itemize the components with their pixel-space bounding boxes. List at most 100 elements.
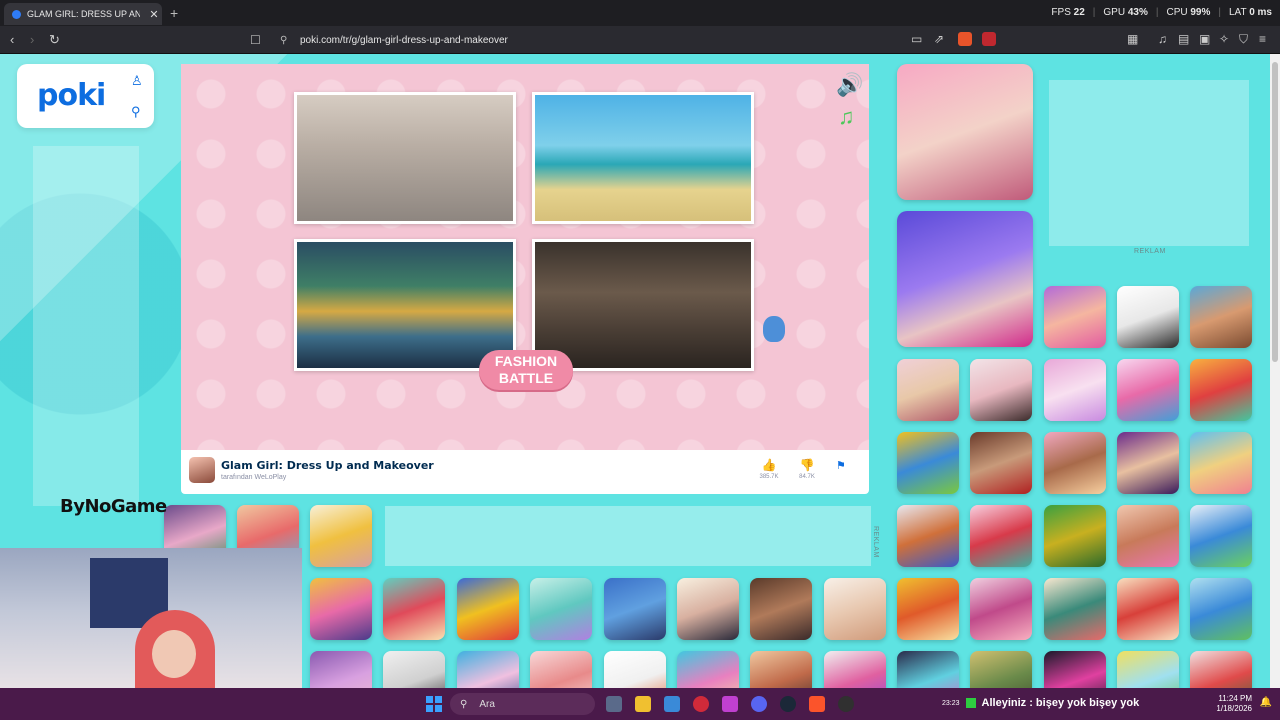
- game-thumbnail[interactable]: [310, 505, 372, 567]
- game-thumbnail[interactable]: [1190, 432, 1252, 494]
- wallet-icon[interactable]: ▣: [1199, 32, 1210, 46]
- task-view-icon[interactable]: [606, 696, 622, 712]
- game-thumbnail[interactable]: [897, 432, 959, 494]
- game-thumbnail[interactable]: [1117, 505, 1179, 567]
- game-thumbnail[interactable]: [1190, 578, 1252, 640]
- brave-rewards-icon[interactable]: [982, 32, 996, 46]
- game-thumbnail[interactable]: [1117, 432, 1179, 494]
- site-info-icon[interactable]: ⚲: [280, 35, 300, 46]
- sound-icon[interactable]: 🔊: [836, 72, 863, 98]
- game-thumbnail[interactable]: [750, 651, 812, 688]
- windows-start-icon[interactable]: [426, 696, 442, 712]
- dislike-button[interactable]: 👎 84.7K: [795, 458, 819, 480]
- browser-tab[interactable]: GLAM GIRL: DRESS UP AND MAKE ✕: [4, 3, 162, 25]
- notification-bell-icon[interactable]: 🔔: [1260, 697, 1272, 708]
- menu-icon[interactable]: ≡: [1259, 32, 1266, 46]
- music-icon[interactable]: ♫: [838, 104, 855, 130]
- game-thumbnail[interactable]: [1190, 505, 1252, 567]
- game-thumbnail[interactable]: [1117, 651, 1179, 688]
- game-thumbnail[interactable]: [604, 578, 666, 640]
- steam-icon[interactable]: [780, 696, 796, 712]
- game-thumbnail[interactable]: [824, 651, 886, 688]
- game-thumbnail-nails[interactable]: [897, 211, 1033, 347]
- background-option-restaurant[interactable]: [532, 239, 754, 371]
- game-thumbnail[interactable]: [310, 651, 372, 688]
- fashion-battle-button[interactable]: FASHION BATTLE: [479, 350, 573, 390]
- file-explorer-icon[interactable]: [635, 696, 651, 712]
- game-canvas[interactable]: 🔊 ♫ FASHION BATTLE: [181, 64, 869, 450]
- brave-shield-icon[interactable]: [958, 32, 972, 46]
- game-thumbnail[interactable]: [824, 578, 886, 640]
- reader-icon[interactable]: ▤: [1178, 32, 1189, 46]
- game-thumbnail[interactable]: [1190, 359, 1252, 421]
- sidebar-icon[interactable]: ▦: [1127, 32, 1138, 46]
- game-thumbnail[interactable]: [970, 505, 1032, 567]
- game-thumbnail[interactable]: [897, 359, 959, 421]
- game-thumbnail[interactable]: [897, 578, 959, 640]
- brave-browser-icon[interactable]: [809, 696, 825, 712]
- forward-arrow-icon[interactable]: ›: [30, 32, 34, 47]
- game-thumbnail[interactable]: [1117, 578, 1179, 640]
- game-thumbnail[interactable]: [1117, 286, 1179, 348]
- game-thumbnail[interactable]: [1190, 651, 1252, 688]
- game-author: tarafından WeLoPlay: [221, 474, 287, 481]
- game-thumbnail[interactable]: [897, 505, 959, 567]
- obs-icon[interactable]: [838, 696, 854, 712]
- game-thumbnail[interactable]: [530, 578, 592, 640]
- right-ad-slot: [1049, 80, 1249, 246]
- game-thumbnail[interactable]: [970, 359, 1032, 421]
- game-thumbnail[interactable]: [604, 651, 666, 688]
- game-thumbnail[interactable]: [457, 651, 519, 688]
- scrollbar-thumb[interactable]: [1272, 62, 1278, 362]
- game-thumbnail[interactable]: [970, 651, 1032, 688]
- new-tab-icon[interactable]: +: [170, 5, 178, 21]
- game-thumbnail[interactable]: [530, 651, 592, 688]
- close-tab-icon[interactable]: ✕: [146, 8, 162, 21]
- game-thumbnail[interactable]: [1044, 505, 1106, 567]
- game-thumbnail[interactable]: [1044, 578, 1106, 640]
- vpn-icon[interactable]: ⛉: [1239, 32, 1248, 47]
- game-thumbnail[interactable]: [457, 578, 519, 640]
- share-icon[interactable]: ⇗: [934, 32, 944, 46]
- tab-title: GLAM GIRL: DRESS UP AND MAKE: [27, 9, 140, 19]
- game-thumbnail-makeup[interactable]: [897, 64, 1033, 200]
- cast-icon[interactable]: ▭: [911, 32, 922, 46]
- url-text[interactable]: poki.com/tr/g/glam-girl-dress-up-and-mak…: [300, 35, 508, 46]
- game-thumbnail[interactable]: [1190, 286, 1252, 348]
- report-flag-icon[interactable]: ⚑: [836, 459, 846, 472]
- game-thumbnail[interactable]: [750, 578, 812, 640]
- game-thumbnail[interactable]: [1044, 432, 1106, 494]
- media-icon[interactable]: ♫: [1158, 32, 1167, 46]
- game-thumbnail[interactable]: [1044, 359, 1106, 421]
- game-thumbnail[interactable]: [677, 578, 739, 640]
- game-thumbnail[interactable]: [1044, 286, 1106, 348]
- extensions-icon[interactable]: ✧: [1219, 32, 1229, 46]
- taskbar-search[interactable]: ⚲ Ara: [450, 693, 595, 715]
- back-arrow-icon[interactable]: ‹: [10, 32, 14, 47]
- bookmark-icon[interactable]: ☐: [250, 33, 280, 47]
- app-icon[interactable]: [693, 696, 709, 712]
- search-icon[interactable]: ⚲: [131, 104, 141, 120]
- game-thumbnail[interactable]: [677, 651, 739, 688]
- taskbar-clock[interactable]: 11:24 PM 1/18/2026: [1216, 694, 1252, 714]
- address-bar[interactable]: ☐ ⚲ poki.com/tr/g/glam-girl-dress-up-and…: [250, 30, 1010, 50]
- app-icon[interactable]: [722, 696, 738, 712]
- game-thumbnail[interactable]: [970, 578, 1032, 640]
- terminal-icon[interactable]: [664, 696, 680, 712]
- game-thumbnail[interactable]: [1117, 359, 1179, 421]
- game-thumbnail[interactable]: [970, 432, 1032, 494]
- background-option-beach[interactable]: [532, 92, 754, 224]
- poki-logo[interactable]: poki: [37, 78, 106, 113]
- game-thumbnail[interactable]: [383, 578, 445, 640]
- reload-icon[interactable]: ↻: [49, 32, 60, 48]
- game-thumbnail[interactable]: [383, 651, 445, 688]
- background-option-balloon-room[interactable]: [294, 92, 516, 224]
- discord-icon[interactable]: [751, 696, 767, 712]
- game-thumbnail[interactable]: [310, 578, 372, 640]
- page-scrollbar[interactable]: [1270, 54, 1280, 688]
- game-thumbnail[interactable]: [1044, 651, 1106, 688]
- user-icon[interactable]: ♙: [131, 73, 143, 89]
- like-button[interactable]: 👍 385.7K: [757, 458, 781, 480]
- game-thumbnail[interactable]: [897, 651, 959, 688]
- background-option-city-night[interactable]: [294, 239, 516, 371]
